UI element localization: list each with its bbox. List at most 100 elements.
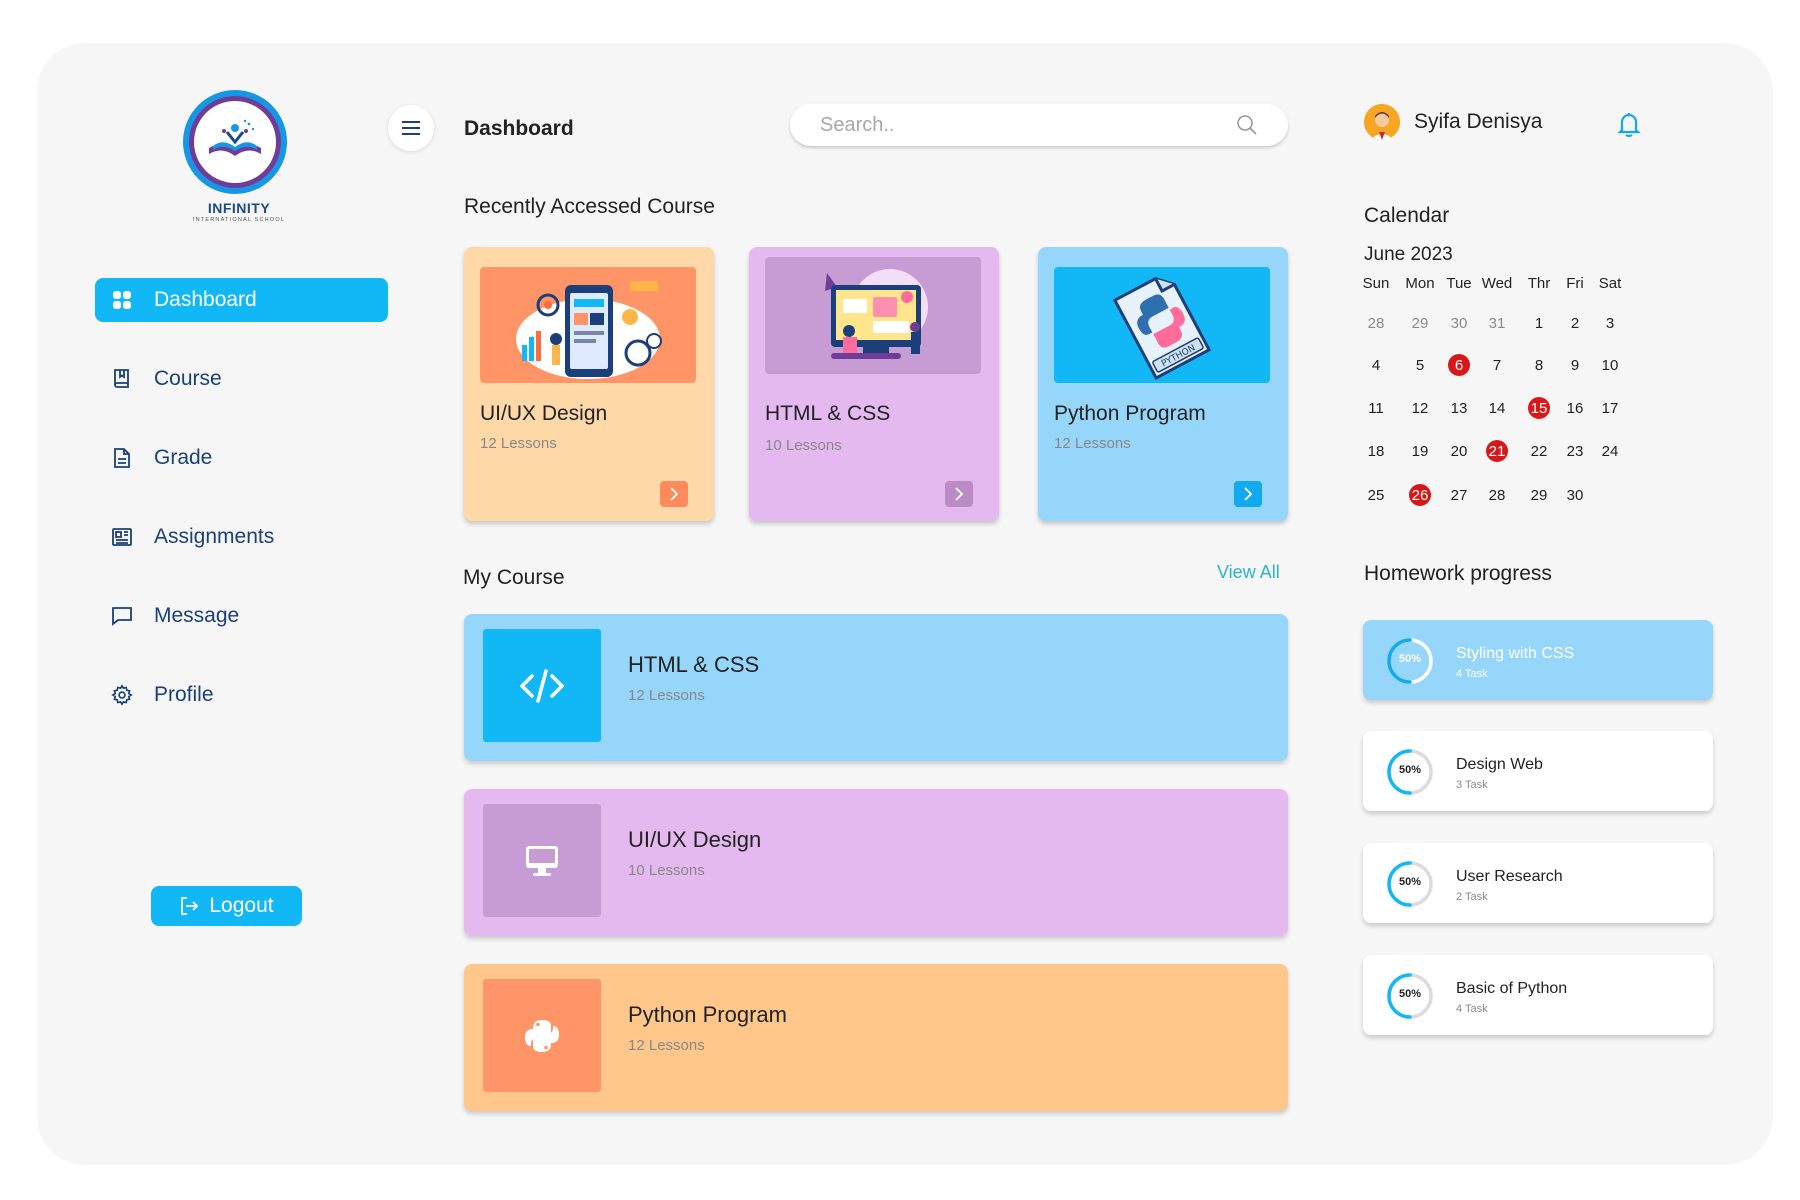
homework-card[interactable]: 50% Basic of Python 4 Task [1363,955,1713,1035]
sidebar-item-course[interactable]: Course [95,357,388,401]
homework-task-count: 2 Task [1456,891,1488,903]
calendar-day[interactable]: 29 [1519,487,1559,504]
my-course-row[interactable]: UI/UX Design 10 Lessons [464,789,1288,936]
calendar-day-number: 2 [1570,315,1580,332]
homework-task-count: 4 Task [1456,668,1488,680]
calendar-day[interactable]: 30 [1555,487,1595,504]
sidebar-item-dashboard[interactable]: Dashboard [95,278,388,322]
search-input[interactable] [820,112,1220,138]
calendar-day[interactable]: 25 [1356,487,1396,504]
course-thumbnail: PYTHON [1054,267,1270,383]
calendar-day[interactable]: 11 [1356,400,1396,417]
bell-icon[interactable] [1616,110,1642,138]
school-logo: INFINITY INTERNATIONAL SCHOOL [175,88,303,228]
calendar-day-number: 30 [1566,487,1584,504]
calendar-day[interactable]: 1 [1519,315,1559,332]
course-icon-box [483,629,601,742]
recent-course-card[interactable]: HTML & CSS 10 Lessons [749,247,999,521]
calendar-day[interactable]: 9 [1555,357,1595,374]
sidebar-item-grade[interactable]: Grade [95,436,388,480]
calendar-day[interactable]: 10 [1590,357,1630,374]
my-course-row[interactable]: HTML & CSS 12 Lessons [464,614,1288,761]
menu-button[interactable] [388,105,434,151]
view-all-link[interactable]: View All [1217,562,1280,583]
calendar-day[interactable]: 30 [1439,315,1479,332]
calendar-day[interactable]: 20 [1439,443,1479,460]
calendar-day-number: 13 [1450,400,1468,417]
calendar-day[interactable]: 26 [1400,484,1440,506]
calendar-day[interactable]: 5 [1400,357,1440,374]
course-thumbnail [480,267,696,383]
recent-course-card[interactable]: PYTHON Python Program 12 Lessons [1038,247,1288,521]
calendar-day[interactable]: 16 [1555,400,1595,417]
course-name: UI/UX Design [480,402,608,425]
sidebar-item-label: Profile [154,683,214,706]
calendar-day[interactable]: 28 [1477,487,1517,504]
chat-icon [111,605,133,627]
calendar-day-number: 29 [1530,487,1548,504]
progress-percent: 50% [1398,988,1422,1000]
homework-card[interactable]: 50% Design Web 3 Task [1363,731,1713,811]
calendar-day[interactable]: 8 [1519,357,1559,374]
calendar-day[interactable]: 2 [1555,315,1595,332]
calendar-day[interactable]: 7 [1477,357,1517,374]
calendar-day[interactable]: 17 [1590,400,1630,417]
course-name: Python Program [1054,402,1206,425]
open-course-button[interactable] [1234,481,1262,507]
calendar-day[interactable]: 27 [1439,487,1479,504]
calendar-day[interactable]: 15 [1519,397,1559,419]
course-lessons: 12 Lessons [628,1037,705,1054]
homework-title: Design Web [1456,756,1543,773]
calendar-day-number: 28 [1367,315,1385,332]
calendar-day[interactable]: 19 [1400,443,1440,460]
calendar-day[interactable]: 14 [1477,400,1517,417]
homework-card[interactable]: 50% Styling with CSS 4 Task [1363,620,1713,700]
calendar-day[interactable]: 21 [1477,440,1517,462]
calendar-day[interactable]: 13 [1439,400,1479,417]
calendar-day[interactable]: 31 [1477,315,1517,332]
calendar-day-number: 31 [1488,315,1506,332]
calendar-day-number: 5 [1415,357,1425,374]
calendar-day[interactable]: 12 [1400,400,1440,417]
search-icon[interactable] [1236,114,1258,136]
my-course-row[interactable]: Python Program 12 Lessons [464,964,1288,1111]
calendar-day[interactable]: 22 [1519,443,1559,460]
calendar-day-number: 30 [1450,315,1468,332]
calendar-day[interactable]: 28 [1356,315,1396,332]
homework-card[interactable]: 50% User Research 2 Task [1363,843,1713,923]
calendar-weekday: Wed [1481,275,1513,292]
grid-icon [111,289,133,311]
course-name: UI/UX Design [628,827,762,852]
calendar-day-number: 26 [1411,487,1429,504]
code-icon [520,668,564,703]
open-course-button[interactable] [945,481,973,507]
logout-button[interactable]: Logout [151,886,302,926]
sidebar-item-assignments[interactable]: Assignments [95,515,388,559]
sidebar-item-profile[interactable]: Profile [95,673,388,717]
calendar-day-number: 25 [1367,487,1385,504]
homework-section-title: Homework progress [1364,562,1552,585]
open-course-button[interactable] [660,481,688,507]
calendar-day-number: 10 [1601,357,1619,374]
calendar-title: Calendar [1364,204,1450,227]
monitor-icon [526,845,558,876]
course-lessons: 10 Lessons [628,862,705,879]
calendar-day[interactable]: 6 [1439,354,1479,376]
recent-course-card[interactable]: UI/UX Design 12 Lessons [464,247,714,521]
user-name: Syifa Denisya [1414,110,1543,133]
calendar-day[interactable]: 4 [1356,357,1396,374]
avatar[interactable] [1364,104,1400,140]
course-name: HTML & CSS [765,402,891,425]
calendar-day-number: 7 [1492,357,1502,374]
calendar-day-number: 8 [1534,357,1544,374]
calendar-day-number: 21 [1488,443,1506,460]
sidebar-item-message[interactable]: Message [95,594,388,638]
calendar-day[interactable]: 18 [1356,443,1396,460]
calendar-weekday: Mon [1405,275,1435,292]
calendar-day[interactable]: 3 [1590,315,1630,332]
course-name: Python Program [628,1002,787,1027]
python-icon [525,1019,559,1052]
calendar-day[interactable]: 24 [1590,443,1630,460]
calendar-day[interactable]: 23 [1555,443,1595,460]
calendar-day[interactable]: 29 [1400,315,1440,332]
